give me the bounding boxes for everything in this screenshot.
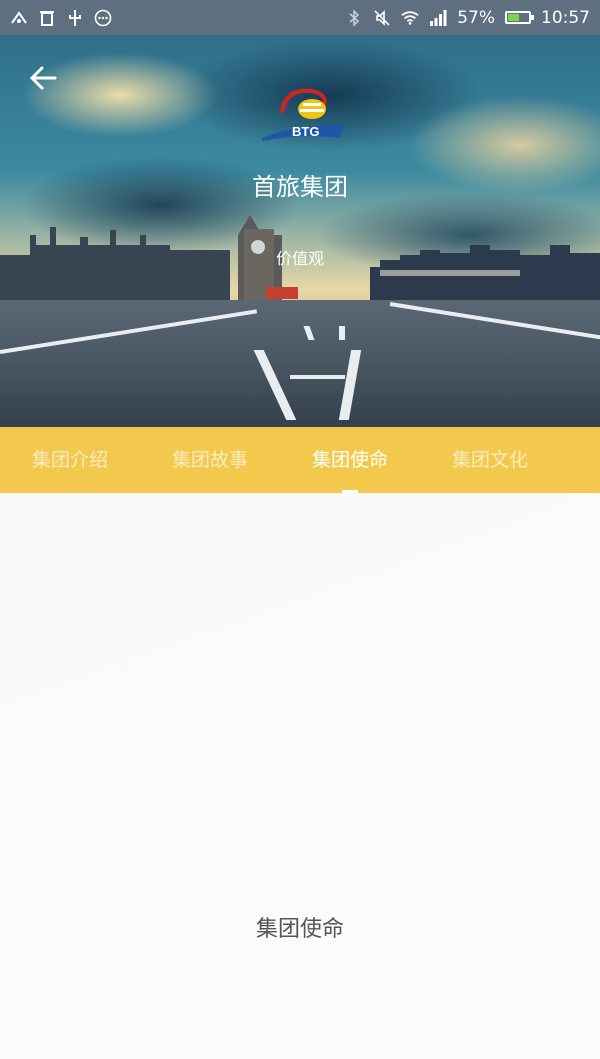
battery-percent: 57% bbox=[457, 7, 495, 28]
trash-icon bbox=[38, 9, 56, 27]
usb-debug-icon bbox=[10, 9, 28, 27]
tab-story[interactable]: 集团故事 bbox=[140, 427, 280, 493]
btg-logo: BTG bbox=[260, 83, 345, 148]
battery-icon bbox=[505, 11, 534, 24]
mute-icon bbox=[373, 9, 391, 27]
road-image bbox=[0, 300, 600, 427]
tab-mission[interactable]: 集团使命 bbox=[280, 427, 420, 493]
status-right: 57% 10:57 bbox=[345, 8, 590, 28]
usb-icon bbox=[66, 9, 84, 27]
more-circle-icon bbox=[94, 9, 112, 27]
tab-culture[interactable]: 集团文化 bbox=[420, 427, 560, 493]
content-area: 集团使命 bbox=[0, 493, 600, 1059]
tab-bar: 集团介绍 集团故事 集团使命 集团文化 bbox=[0, 427, 600, 493]
wifi-icon bbox=[401, 9, 419, 27]
tab-intro[interactable]: 集团介绍 bbox=[0, 427, 140, 493]
subtitle: 价值观 bbox=[275, 249, 324, 268]
battery-fill bbox=[508, 14, 519, 21]
back-arrow-icon[interactable] bbox=[28, 63, 58, 93]
company-name: 首旅集团 bbox=[252, 173, 348, 201]
signal-icon bbox=[429, 9, 447, 27]
content-label: 集团使命 bbox=[255, 917, 344, 942]
logo-text: BTG bbox=[292, 124, 319, 139]
status-left bbox=[10, 9, 112, 27]
clock: 10:57 bbox=[541, 7, 590, 28]
bluetooth-icon bbox=[345, 8, 363, 27]
header-banner: BTG 首旅集团 价值观 bbox=[0, 35, 600, 427]
status-bar: 57% 10:57 bbox=[0, 0, 600, 35]
